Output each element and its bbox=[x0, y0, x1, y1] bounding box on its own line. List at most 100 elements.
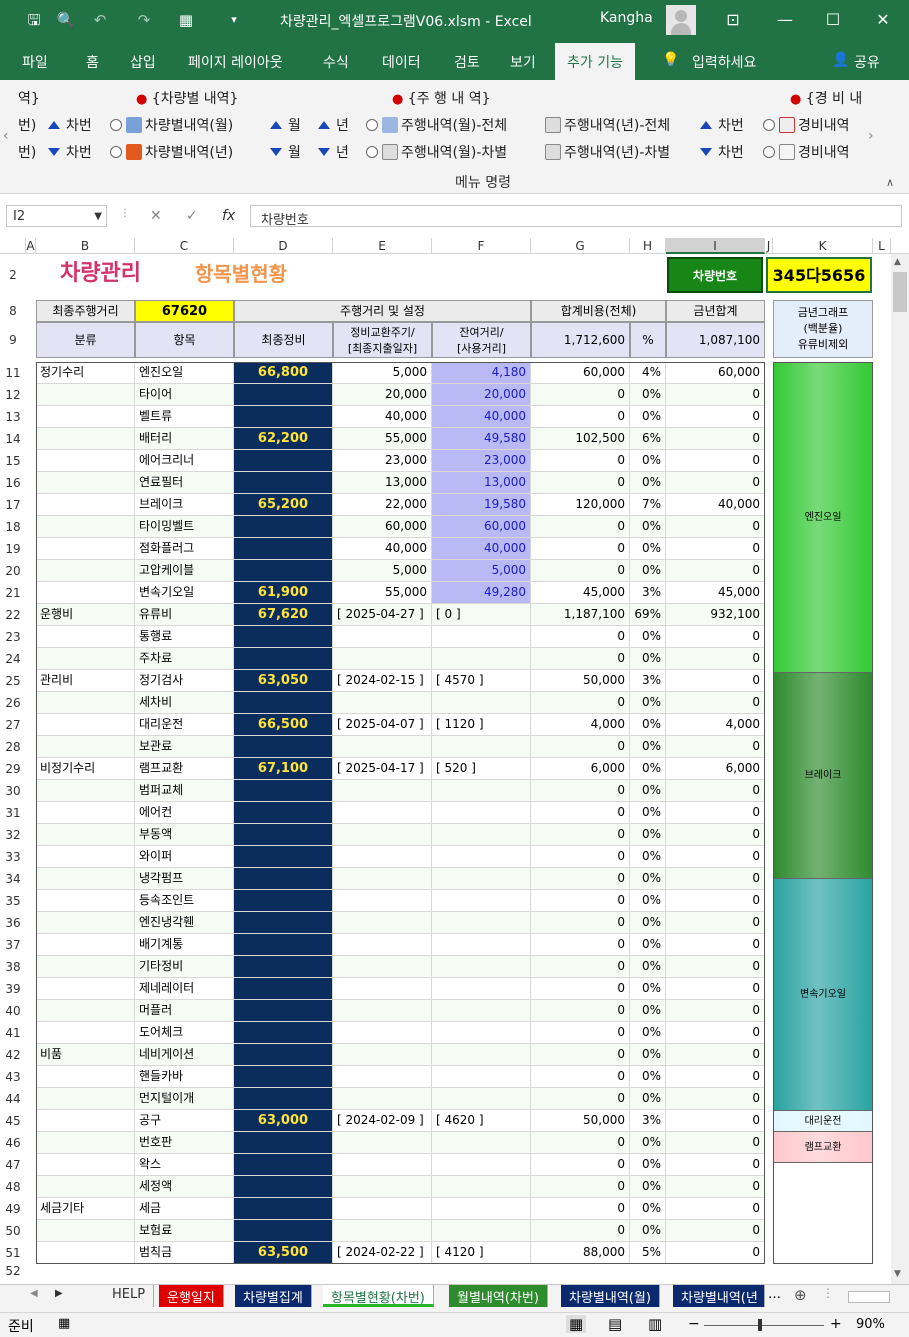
cell-percent[interactable]: 0% bbox=[630, 692, 666, 714]
driving-monthly-car-radio[interactable]: 주행내역(월)-차별 bbox=[366, 142, 507, 162]
cell-remaining[interactable] bbox=[432, 1176, 531, 1198]
cell-category[interactable] bbox=[36, 956, 135, 978]
cell-percent[interactable]: 0% bbox=[630, 714, 666, 736]
row-header[interactable]: 21 bbox=[0, 582, 26, 604]
cell-category[interactable] bbox=[36, 1088, 135, 1110]
zoom-slider-thumb[interactable] bbox=[758, 1319, 762, 1331]
cell-year-total[interactable]: 0 bbox=[666, 1110, 765, 1132]
cell-percent[interactable]: 3% bbox=[630, 582, 666, 604]
cell-remaining[interactable]: 19,580 bbox=[432, 494, 531, 516]
cell-item[interactable]: 도어체크 bbox=[135, 1022, 234, 1044]
cell-category[interactable] bbox=[36, 714, 135, 736]
cell-item[interactable]: 통행료 bbox=[135, 626, 234, 648]
cell-category[interactable] bbox=[36, 1242, 135, 1264]
chevron-down-icon[interactable]: ▼ bbox=[94, 211, 102, 222]
cell-remaining[interactable] bbox=[432, 626, 531, 648]
cell-category[interactable] bbox=[36, 1000, 135, 1022]
cell-percent[interactable]: 0% bbox=[630, 1066, 666, 1088]
row-header[interactable]: 30 bbox=[0, 780, 26, 802]
cell-last-service[interactable] bbox=[234, 1132, 333, 1154]
maximize-icon[interactable]: ☐ bbox=[820, 8, 846, 32]
cell-total[interactable]: 0 bbox=[531, 736, 630, 758]
cell-year-total[interactable]: 0 bbox=[666, 560, 765, 582]
expense-radio-2[interactable]: 경비내역 bbox=[763, 142, 850, 162]
cell-cycle[interactable] bbox=[333, 1022, 432, 1044]
cell-last-service[interactable] bbox=[234, 384, 333, 406]
page-break-view-icon[interactable]: ▥ bbox=[648, 1315, 662, 1333]
cell-year-total[interactable]: 0 bbox=[666, 1044, 765, 1066]
column-header-f[interactable]: F bbox=[432, 238, 531, 254]
cell-total[interactable]: 0 bbox=[531, 890, 630, 912]
cell-cycle[interactable] bbox=[333, 648, 432, 670]
macro-record-icon[interactable]: ▦ bbox=[58, 1316, 70, 1331]
cell-cycle[interactable]: 5,000 bbox=[333, 560, 432, 582]
cell-cycle[interactable] bbox=[333, 1176, 432, 1198]
cell-percent[interactable]: 0% bbox=[630, 450, 666, 472]
sort-month-desc-button[interactable]: 월 bbox=[270, 142, 301, 162]
cell-last-service[interactable]: 67,100 bbox=[234, 758, 333, 780]
column-header-e[interactable]: E bbox=[333, 238, 432, 254]
driving-monthly-all-radio[interactable]: 주행내역(월)-전체 bbox=[366, 115, 507, 135]
undo-icon[interactable]: ↶ bbox=[90, 10, 110, 30]
cell-item[interactable]: 먼지털이개 bbox=[135, 1088, 234, 1110]
cell-year-total[interactable]: 0 bbox=[666, 1154, 765, 1176]
cell-percent[interactable]: 3% bbox=[630, 1110, 666, 1132]
cell-year-total[interactable]: 45,000 bbox=[666, 582, 765, 604]
cell-total[interactable]: 0 bbox=[531, 450, 630, 472]
cell-total[interactable]: 0 bbox=[531, 1044, 630, 1066]
cell-category[interactable] bbox=[36, 1066, 135, 1088]
cell-year-total[interactable]: 0 bbox=[666, 1066, 765, 1088]
cell-last-service[interactable] bbox=[234, 868, 333, 890]
cell-year-total[interactable]: 0 bbox=[666, 406, 765, 428]
row-header[interactable]: 27 bbox=[0, 714, 26, 736]
cell-item[interactable]: 제네레이터 bbox=[135, 978, 234, 1000]
cell-remaining[interactable] bbox=[432, 648, 531, 670]
worksheet-grid[interactable]: 차량관리 항목별현황 차량번호 345다5656 최종주행거리 67620 주행… bbox=[26, 254, 891, 1284]
cell-category[interactable] bbox=[36, 978, 135, 1000]
column-header-g[interactable]: G bbox=[531, 238, 630, 254]
cell-cycle[interactable]: 5,000 bbox=[333, 362, 432, 384]
cell-last-service[interactable] bbox=[234, 912, 333, 934]
cell-item[interactable]: 배터리 bbox=[135, 428, 234, 450]
cell-year-total[interactable]: 0 bbox=[666, 736, 765, 758]
collapse-ribbon-icon[interactable]: ∧ bbox=[886, 176, 894, 189]
cell-total[interactable]: 0 bbox=[531, 824, 630, 846]
vehicle-yearly-radio[interactable]: 차량별내역(년) bbox=[110, 142, 233, 162]
cell-total[interactable]: 0 bbox=[531, 1220, 630, 1242]
row-header[interactable]: 26 bbox=[0, 692, 26, 714]
cell-total[interactable]: 0 bbox=[531, 1022, 630, 1044]
cell-category[interactable] bbox=[36, 912, 135, 934]
cell-last-service[interactable] bbox=[234, 824, 333, 846]
row-header[interactable]: 42 bbox=[0, 1044, 26, 1066]
cell-percent[interactable]: 0% bbox=[630, 1220, 666, 1242]
name-box[interactable]: I2 ▼ bbox=[6, 205, 107, 227]
cell-item[interactable]: 냉각펌프 bbox=[135, 868, 234, 890]
cell-category[interactable] bbox=[36, 626, 135, 648]
cell-remaining[interactable] bbox=[432, 1220, 531, 1242]
print-preview-icon[interactable]: 🔍 bbox=[56, 10, 76, 30]
cell-cycle[interactable]: 60,000 bbox=[333, 516, 432, 538]
cell-year-total[interactable]: 0 bbox=[666, 1242, 765, 1264]
cell-item[interactable]: 왁스 bbox=[135, 1154, 234, 1176]
row-header[interactable]: 49 bbox=[0, 1198, 26, 1220]
cell-total[interactable]: 0 bbox=[531, 912, 630, 934]
cell-percent[interactable]: 3% bbox=[630, 670, 666, 692]
row-header[interactable]: 13 bbox=[0, 406, 26, 428]
cell-item[interactable]: 기타정비 bbox=[135, 956, 234, 978]
cell-year-total[interactable]: 0 bbox=[666, 648, 765, 670]
cell-year-total[interactable]: 0 bbox=[666, 868, 765, 890]
cell-percent[interactable]: 69% bbox=[630, 604, 666, 626]
cell-total[interactable]: 45,000 bbox=[531, 582, 630, 604]
cell-cycle[interactable] bbox=[333, 868, 432, 890]
cell-category[interactable] bbox=[36, 648, 135, 670]
cell-cycle[interactable] bbox=[333, 956, 432, 978]
cell-year-total[interactable]: 0 bbox=[666, 516, 765, 538]
row-header[interactable]: 23 bbox=[0, 626, 26, 648]
cell-remaining[interactable] bbox=[432, 1088, 531, 1110]
cell-year-total[interactable]: 0 bbox=[666, 450, 765, 472]
row-header[interactable]: 32 bbox=[0, 824, 26, 846]
cell-remaining[interactable]: [ 0 ] bbox=[432, 604, 531, 626]
row-header[interactable]: 47 bbox=[0, 1154, 26, 1176]
column-header-l[interactable]: L bbox=[873, 238, 891, 254]
row-header[interactable]: 39 bbox=[0, 978, 26, 1000]
